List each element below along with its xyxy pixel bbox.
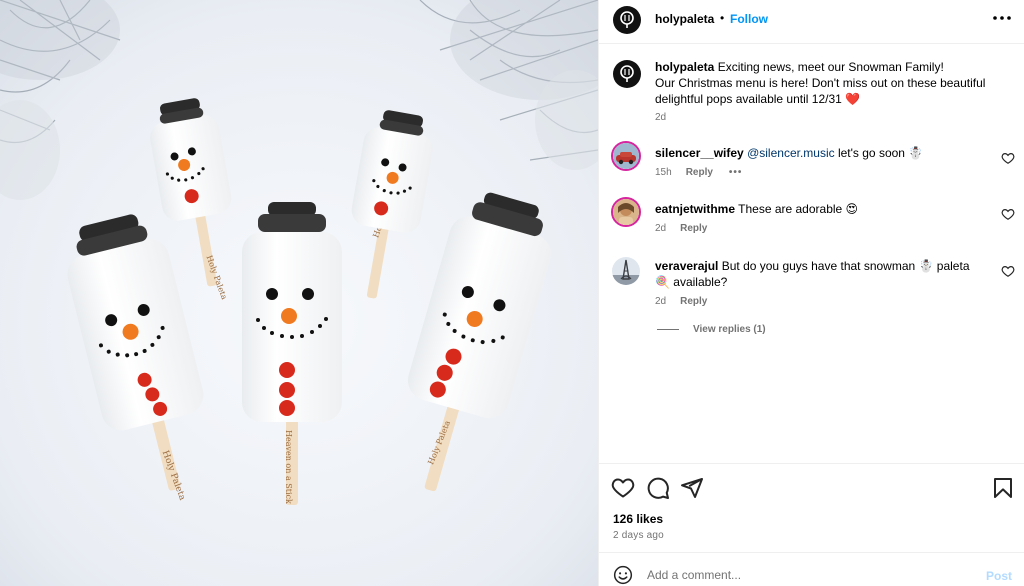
commenter-avatar[interactable]: [611, 141, 641, 171]
caption-avatar[interactable]: [613, 60, 641, 88]
bookmark-icon[interactable]: [991, 476, 1015, 500]
comment-options-button[interactable]: •••: [729, 167, 743, 178]
header-username[interactable]: holypaleta: [655, 12, 714, 26]
follow-button[interactable]: Follow: [730, 12, 768, 26]
comment-time[interactable]: 15h: [655, 167, 672, 178]
comment-icon[interactable]: [646, 476, 670, 500]
post-panel: holypaleta • Follow holypaleta Exciting …: [598, 0, 1024, 586]
reply-button[interactable]: Reply: [680, 296, 707, 307]
comment-username[interactable]: silencer__wifey: [655, 146, 744, 160]
eiffel-tower-avatar: [612, 257, 640, 285]
reply-button[interactable]: Reply: [680, 223, 707, 234]
view-replies-label: View replies (1): [693, 324, 766, 335]
more-horizontal-icon[interactable]: [991, 9, 1013, 27]
comment-meta: 15h Reply •••: [655, 167, 742, 178]
replies-divider: [657, 328, 679, 330]
comment-mention[interactable]: @silencer.music: [747, 146, 835, 160]
comment-text: silencer__wifey @silencer.music let's go…: [655, 145, 985, 161]
reply-button[interactable]: Reply: [686, 167, 713, 178]
comment-meta: 2d Reply: [655, 223, 707, 234]
comment-body: let's go soon ☃️: [834, 146, 924, 160]
comment-time[interactable]: 2d: [655, 223, 666, 234]
post-photo[interactable]: Holy Paleta Holy Paleta Holy Paleta: [0, 0, 598, 586]
commenter-avatar[interactable]: [612, 257, 640, 285]
share-icon[interactable]: [680, 476, 704, 500]
snowman-paletas-image: Holy Paleta Holy Paleta Holy Paleta: [0, 0, 598, 586]
post-actions: 126 likes 2 days ago: [599, 463, 1024, 552]
person-photo-avatar: [613, 199, 639, 225]
add-comment-bar: Post: [599, 552, 1024, 586]
comment-username[interactable]: veraverajul: [655, 259, 718, 273]
post-date[interactable]: 2 days ago: [613, 530, 664, 541]
separator-dot: •: [720, 11, 725, 25]
comment-heart-icon[interactable]: [1001, 151, 1015, 165]
caption-username[interactable]: holypaleta: [655, 60, 714, 74]
comment-text: veraverajul But do you guys have that sn…: [655, 258, 985, 290]
car-photo-avatar: [613, 143, 639, 169]
profile-avatar[interactable]: [613, 6, 641, 34]
post-comment-button[interactable]: Post: [986, 569, 1012, 583]
comment-text: eatnjetwithme These are adorable 😍: [655, 201, 985, 217]
caption-time[interactable]: 2d: [655, 112, 666, 123]
svg-text:Heaven on a Stick: Heaven on a Stick: [284, 430, 293, 504]
commenter-avatar[interactable]: [611, 197, 641, 227]
emoji-icon[interactable]: [613, 565, 633, 585]
comment-body: These are adorable 😍: [738, 202, 859, 216]
comment-input[interactable]: [647, 565, 967, 585]
popsicle-logo-icon: [620, 65, 634, 82]
heart-icon[interactable]: [611, 476, 635, 500]
caption-text: holypaleta Exciting news, meet our Snowm…: [655, 59, 1005, 107]
comment-username[interactable]: eatnjetwithme: [655, 202, 735, 216]
likes-count[interactable]: 126 likes: [613, 512, 663, 526]
comment-time[interactable]: 2d: [655, 296, 666, 307]
comment-heart-icon[interactable]: [1001, 264, 1015, 278]
post-header: holypaleta • Follow: [599, 0, 1024, 44]
view-replies-button[interactable]: View replies (1): [657, 324, 766, 335]
popsicle-logo-icon: [620, 11, 634, 28]
comment-heart-icon[interactable]: [1001, 207, 1015, 221]
comment-meta: 2d Reply: [655, 296, 707, 307]
